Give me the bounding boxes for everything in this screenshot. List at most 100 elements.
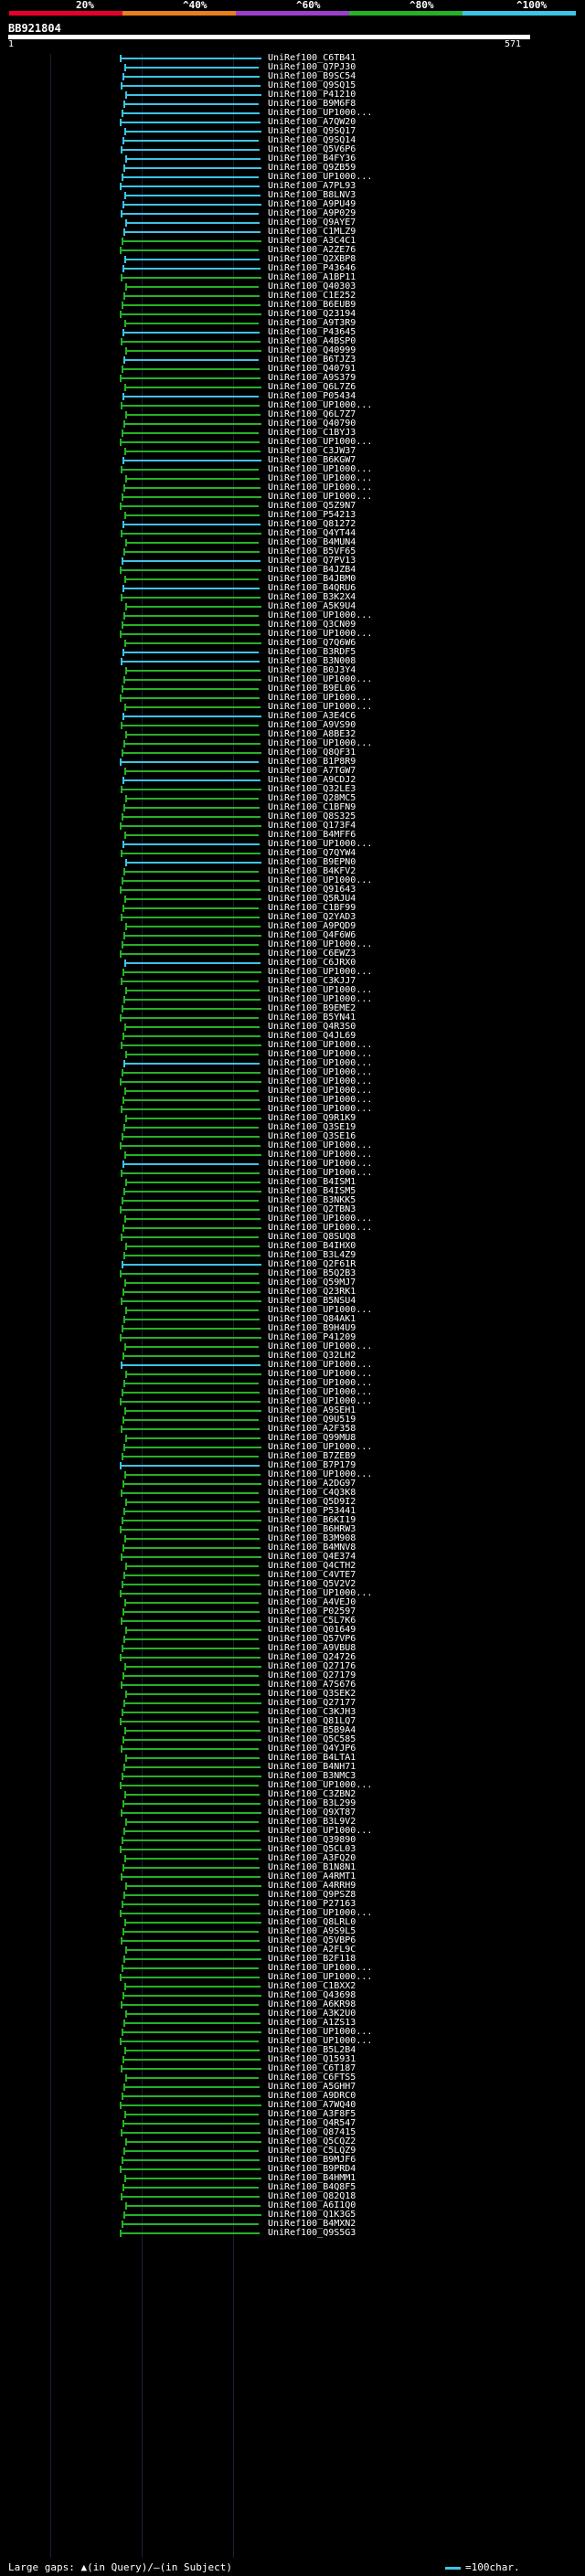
alignment-start-cap — [122, 1608, 124, 1616]
alignment-start-cap — [125, 475, 127, 482]
alignment-bar — [122, 1163, 259, 1165]
alignment-bar — [121, 469, 259, 471]
alignment-start-cap — [122, 1928, 124, 1935]
alignment-bar — [124, 323, 259, 324]
alignment-bar — [123, 1511, 261, 1512]
alignment-bar — [122, 112, 260, 114]
alignment-bar — [123, 1319, 260, 1320]
alignment-start-cap — [120, 119, 122, 126]
alignment-bar — [122, 1072, 261, 1074]
alignment-bar — [121, 597, 261, 599]
alignment-bar — [121, 1684, 260, 1686]
alignment-bar — [123, 295, 260, 297]
alignment-bar — [120, 569, 261, 571]
alignment-bar — [120, 2168, 261, 2170]
alignment-start-cap — [125, 1882, 127, 1890]
alignment-start-cap — [123, 101, 125, 108]
alignment-start-cap — [122, 1352, 124, 1360]
alignment-start-cap — [125, 603, 127, 610]
alignment-start-cap — [121, 2193, 122, 2200]
alignment-start-cap — [121, 1362, 122, 1369]
alignment-bar — [121, 533, 261, 535]
alignment-start-cap — [120, 1014, 122, 1022]
alignment-bar — [123, 1830, 260, 1832]
alignment-bar — [123, 999, 261, 1001]
alignment-start-cap — [122, 110, 123, 117]
alignment-bar — [124, 1026, 260, 1028]
alignment-start-cap — [120, 1974, 122, 1981]
alignment-start-cap — [120, 2166, 122, 2173]
alignment-bar — [125, 158, 261, 160]
alignment-start-cap — [122, 1901, 123, 1908]
alignment-start-cap — [122, 649, 124, 656]
alignment-bar — [125, 1182, 261, 1183]
alignment-start-cap — [120, 1270, 122, 1277]
alignment-bar — [122, 1712, 259, 1713]
alignment-start-cap — [125, 219, 127, 227]
alignment-start-cap — [121, 2129, 122, 2136]
alignment-bar — [122, 1867, 260, 1869]
alignment-bar — [124, 1154, 261, 1156]
alignment-bar — [120, 1401, 261, 1403]
alignment-bar — [122, 1035, 261, 1037]
alignment-start-cap — [122, 265, 124, 272]
legend-tick: ^100% — [516, 0, 548, 11]
alignment-bar — [123, 1447, 261, 1448]
alignment-start-cap — [123, 1828, 125, 1835]
alignment-start-cap — [124, 576, 126, 583]
hit-label[interactable]: UniRef100_Q9S5G3 — [268, 2229, 356, 2238]
alignment-start-cap — [124, 1023, 126, 1031]
alignment-start-cap — [122, 137, 124, 144]
alignment-start-cap — [121, 1681, 122, 1689]
alignment-bar — [120, 186, 260, 187]
alignment-start-cap — [123, 1956, 125, 1963]
legend-segment — [463, 11, 576, 16]
alignment-start-cap — [121, 338, 122, 345]
alignment-bar — [125, 350, 261, 352]
alignment-start-cap — [122, 174, 123, 181]
alignment-start-cap — [121, 978, 122, 985]
alignment-bar — [121, 1940, 260, 1942]
hit-row[interactable]: UniRef100_Q9S5G3 — [0, 2229, 585, 2238]
alignment-bar — [120, 377, 261, 379]
alignment-bar — [124, 1538, 260, 1540]
alignment-bar — [122, 1136, 260, 1138]
alignment-start-cap — [125, 987, 127, 994]
alignment-bar — [122, 2223, 259, 2225]
alignment-start-cap — [125, 1818, 127, 1826]
alignment-bar — [122, 1456, 259, 1458]
alignment-bar — [124, 195, 261, 196]
alignment-start-cap — [121, 1234, 122, 1241]
alignment-bar — [122, 524, 261, 525]
alignment-bar — [122, 1675, 259, 1677]
alignment-bar — [124, 2050, 260, 2051]
alignment-start-cap — [125, 1307, 127, 1314]
alignment-bar — [120, 505, 259, 507]
alignment-bar — [120, 58, 261, 59]
alignment-bar — [124, 67, 259, 69]
alignment-start-cap — [123, 1764, 125, 1771]
alignment-bar — [122, 1611, 260, 1613]
alignment-bar — [122, 1931, 259, 1933]
alignment-bar — [124, 1858, 259, 1860]
alignment-bar — [122, 396, 259, 398]
alignment-start-cap — [121, 274, 122, 281]
alignment-start-cap — [120, 247, 122, 254]
legend-tick: ^80% — [410, 0, 434, 11]
alignment-start-cap — [122, 1709, 123, 1716]
alignment-start-cap — [121, 530, 122, 537]
alignment-bar — [122, 240, 261, 242]
alignment-bar — [122, 880, 260, 882]
alignment-start-cap — [124, 640, 126, 647]
legend-tick: 20% — [76, 0, 94, 11]
alignment-bar — [121, 2068, 261, 2070]
alignment-bar — [123, 359, 259, 361]
alignment-bar — [123, 2214, 261, 2216]
alignment-bar — [122, 1903, 260, 1905]
alignment-start-cap — [125, 2138, 127, 2146]
alignment-bar — [120, 697, 260, 699]
alignment-start-cap — [120, 950, 122, 958]
alignment-start-cap — [124, 959, 126, 967]
alignment-bar — [121, 1556, 261, 1558]
alignment-start-cap — [124, 1791, 126, 1798]
